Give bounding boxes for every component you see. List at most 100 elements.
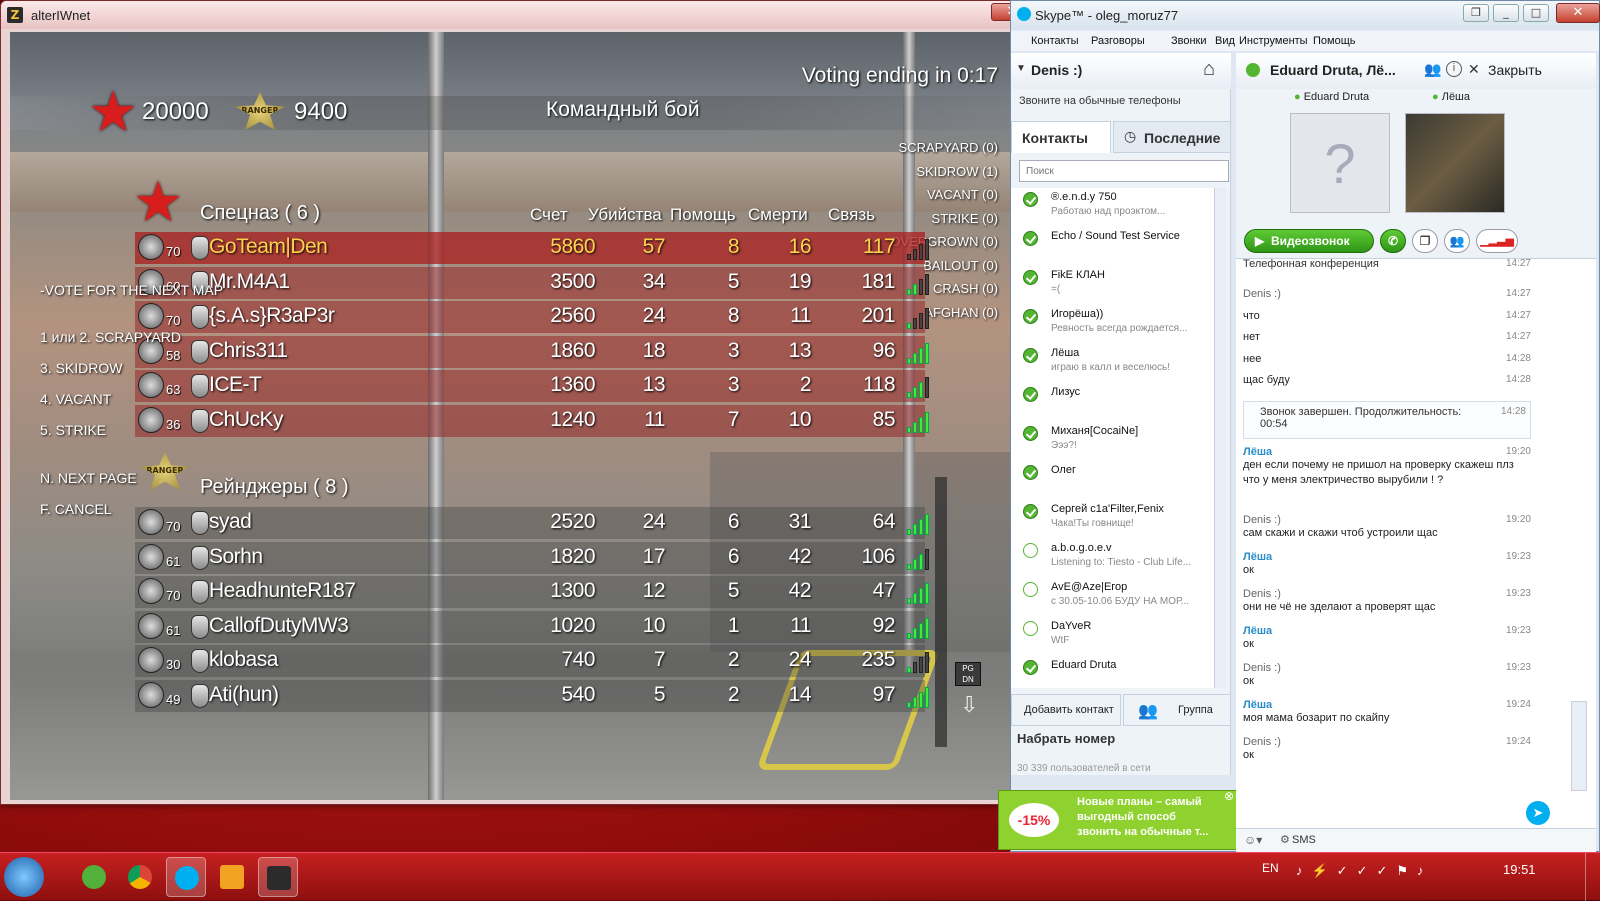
list-item[interactable]: Лёша играю в калл и веселюсь! [1011, 344, 1221, 383]
sms-icon[interactable]: ⚙ [1280, 833, 1290, 846]
list-item[interactable]: Миханя[CocaiNe] Эээ?! [1011, 422, 1221, 461]
call-icon[interactable]: ✆ [1380, 229, 1406, 253]
participants-icon[interactable]: 👥 [1424, 61, 1441, 78]
conversation-title: Eduard Druta, Лё... [1270, 62, 1396, 78]
menu-item[interactable]: Вид [1215, 35, 1235, 47]
vote-menu-item[interactable]: 4. VACANT [40, 391, 111, 407]
screen-share-icon[interactable]: ❐ [1412, 229, 1438, 253]
send-button[interactable]: ➤ [1526, 801, 1550, 825]
signal-bar [919, 382, 923, 398]
vote-menu-item[interactable]: 3. SKIDROW [40, 360, 122, 376]
info-icon[interactable]: i [1446, 61, 1462, 77]
table-row[interactable]: 61 CallofDutyMW3 1020 10 1 11 92 [135, 610, 929, 643]
contact-name: Олег [1051, 464, 1076, 476]
skype-close-button[interactable]: ✕ [1556, 3, 1600, 23]
message-time: 19:20 [1505, 513, 1531, 525]
vote-menu-item[interactable]: 1 или 2. SCRAPYARD [40, 329, 181, 345]
table-row[interactable]: 63 ICE-T 1360 13 3 2 118 [135, 370, 929, 402]
list-item[interactable]: Сергей с1a'Filter,Fenix Чака!Ты говнище! [1011, 500, 1221, 539]
call-phones-link[interactable]: Звоните на обычные телефоны [1019, 95, 1181, 107]
close-conversation-icon[interactable]: ✕ [1468, 61, 1480, 78]
menu-item[interactable]: Инструменты [1239, 35, 1308, 47]
player-ping: 117 [863, 235, 895, 258]
pgdn-key[interactable]: PG DN [955, 662, 981, 686]
table-row[interactable]: 58 Chris311 1860 18 3 13 96 [135, 335, 929, 368]
add-people-icon[interactable]: 👥 [1444, 229, 1470, 253]
table-row[interactable]: 70 {s.A.s}R3aP3r 2560 24 8 11 201 [135, 301, 929, 333]
close-conversation-label[interactable]: Закрыть [1488, 62, 1542, 78]
search-input[interactable] [1019, 160, 1229, 182]
video-call-button[interactable]: ▶ Видеозвонок [1244, 229, 1374, 253]
avatar[interactable] [1405, 113, 1505, 213]
chat-message: Лёша ок 19:23 [1243, 551, 1531, 578]
table-row[interactable]: 36 ChUcKy 1240 11 7 10 85 [135, 404, 929, 437]
table-row[interactable]: 61 Sorhn 1820 17 6 42 106 [135, 541, 929, 574]
list-item[interactable]: Игорёша)) Ревность всегда рождается... [1011, 305, 1221, 344]
table-row[interactable]: 49 Ati(hun) 540 5 2 14 97 [135, 679, 929, 712]
signal-bars-icon [907, 686, 933, 708]
clock[interactable]: 19:51 [1503, 862, 1536, 877]
group-button[interactable]: 👥 Группа [1123, 694, 1231, 726]
vote-menu-item[interactable]: 5. STRIKE [40, 422, 106, 438]
scroll-down-arrow-icon[interactable]: ⇩ [960, 692, 978, 718]
message-time: 14:27 [1505, 309, 1531, 321]
language-indicator[interactable]: EN [1262, 861, 1279, 875]
vote-menu-item[interactable]: F. CANCEL [40, 501, 112, 517]
table-row[interactable]: 70 syad 2520 24 6 31 64 [135, 507, 929, 539]
list-item[interactable]: DaYveR WtF [1011, 617, 1221, 656]
ad-close-icon[interactable]: ⊗ [1224, 789, 1234, 803]
list-item[interactable]: Лизус [1011, 383, 1221, 422]
taskbar-chrome[interactable] [120, 857, 160, 897]
restore-icon[interactable]: ❐ [1463, 4, 1489, 22]
signal-bars-icon [907, 548, 933, 570]
contacts-scrollbar[interactable] [1214, 188, 1226, 688]
taskbar-skype[interactable] [166, 857, 206, 897]
chat-scrollbar[interactable] [1571, 701, 1587, 791]
scoreboard-scrollbar[interactable] [935, 477, 947, 747]
taskbar-winamp[interactable] [212, 857, 252, 897]
list-item[interactable]: FikE КЛАН =( [1011, 266, 1221, 305]
list-item[interactable]: ®.e.n.d.y 750 Работаю над проэктом... [1011, 188, 1221, 227]
table-row[interactable]: 30 klobasa 740 7 2 24 235 [135, 645, 929, 677]
profile-name[interactable]: Denis :) [1031, 62, 1082, 78]
signal-bar [907, 632, 911, 639]
tab-recent[interactable]: ◷ Последние [1113, 121, 1231, 153]
profile-chevron-icon[interactable]: ▼ [1016, 63, 1026, 74]
dial-number[interactable]: Набрать номер [1017, 731, 1115, 746]
list-item[interactable]: AvE@Aze|Егор с 30.05-10.06 БУДУ НА МОР... [1011, 578, 1221, 617]
menu-item[interactable]: Контакты [1031, 35, 1079, 47]
tray-icons[interactable]: ♪⚡✓✓✓⚑♪ [1296, 863, 1433, 879]
home-icon[interactable]: ⌂ [1203, 58, 1215, 81]
emoticon-icon[interactable]: ☺▾ [1244, 833, 1262, 847]
taskbar-utorrent[interactable] [74, 857, 114, 897]
list-item[interactable]: Echo / Sound Test Service [1011, 227, 1221, 266]
table-row[interactable]: 70 GoTeam|Den 5860 57 8 16 117 [135, 232, 929, 264]
menu-item[interactable]: Помощь [1313, 35, 1356, 47]
tab-contacts[interactable]: Контакты [1011, 121, 1111, 153]
add-contact-button[interactable]: Добавить контакт [1011, 694, 1121, 726]
signal-bar [925, 583, 929, 604]
profile-bar[interactable]: ▼ Denis :) ⌂ [1011, 53, 1231, 89]
call-quality-icon[interactable]: ▁▂▃▅ [1476, 229, 1518, 253]
sms-label[interactable]: SMS [1292, 834, 1316, 846]
participant-1: ● Eduard Druta [1294, 91, 1369, 103]
list-item[interactable]: a.b.o.g.o.e.v Listening to: Tiesto - Club… [1011, 539, 1221, 578]
start-button[interactable] [4, 857, 44, 897]
list-item[interactable]: Олег [1011, 461, 1221, 500]
minimize-button[interactable]: _ [1493, 4, 1519, 22]
menu-item[interactable]: Разговоры [1091, 35, 1145, 47]
table-row[interactable]: 70 HeadhunteR187 1300 12 5 42 47 [135, 576, 929, 608]
list-item[interactable]: Eduard Druta [1011, 656, 1221, 695]
taskbar-alteriwnet[interactable] [258, 857, 298, 897]
show-desktop-button[interactable] [1585, 853, 1600, 901]
skype-titlebar[interactable]: Skype™ - oleg_moruz77 ❐ _ □ ✕ [1011, 1, 1600, 29]
avatar-placeholder[interactable]: ? [1290, 113, 1390, 213]
game-titlebar[interactable]: Z alterIWnet ✕ [1, 1, 1039, 29]
table-row[interactable]: 60 Mr.M4A1 3500 34 5 19 181 [135, 266, 929, 299]
maximize-button[interactable]: □ [1523, 4, 1549, 22]
vote-menu-item[interactable]: N. NEXT PAGE [40, 470, 137, 486]
player-ping: 64 [872, 510, 896, 533]
ad-banner[interactable]: -15% Новые планы – самый выгодный способ… [998, 789, 1238, 850]
map-option: SKIDROW (1) [916, 163, 998, 179]
menu-item[interactable]: Звонки [1171, 35, 1207, 47]
